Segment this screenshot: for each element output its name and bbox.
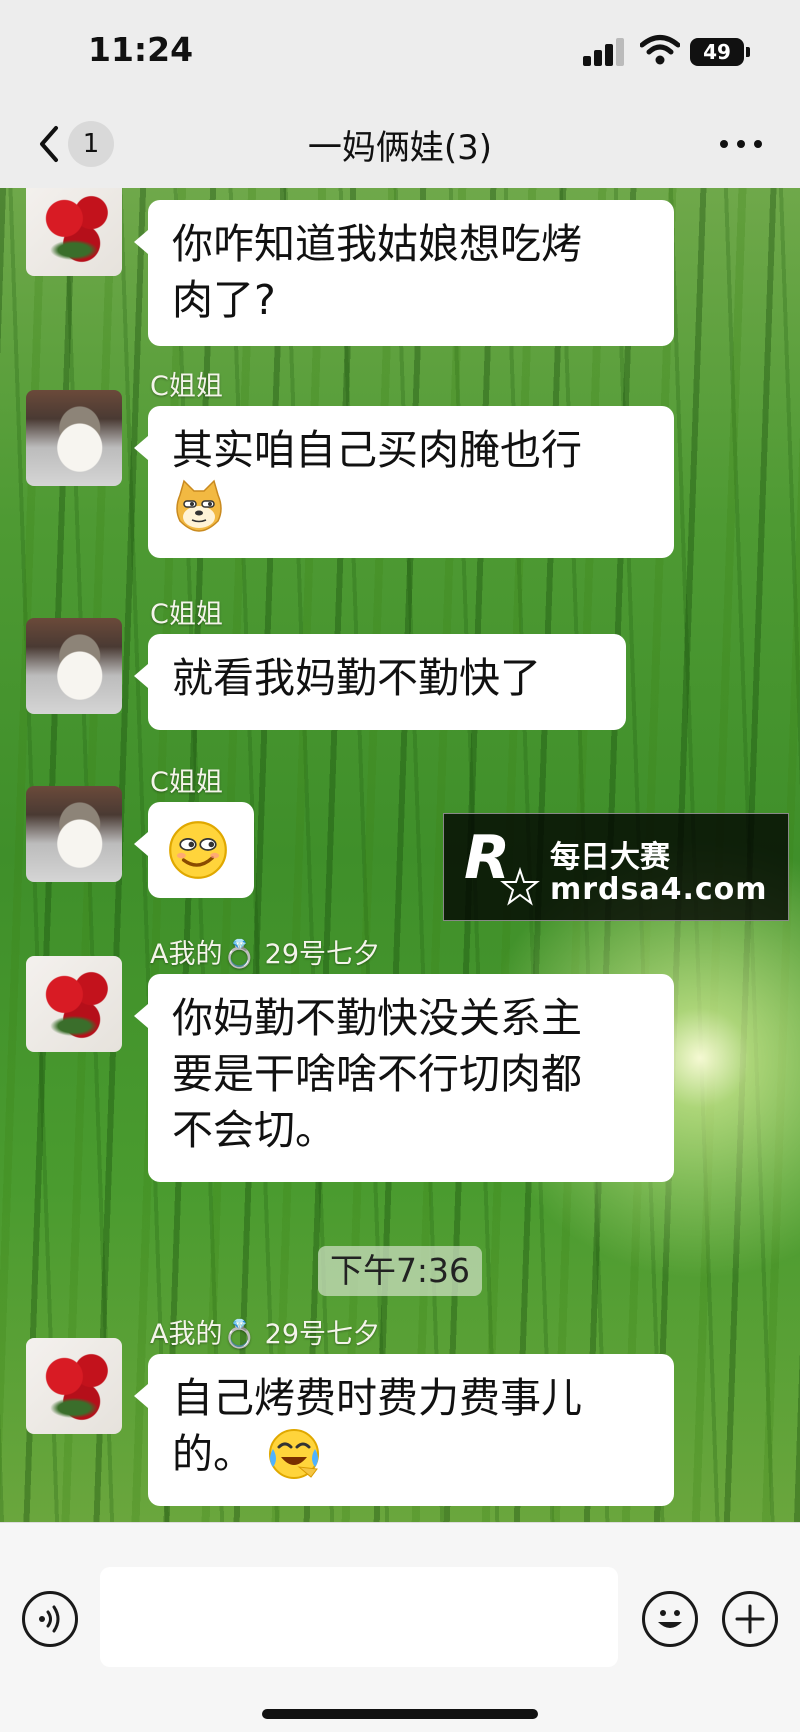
home-indicator[interactable] — [262, 1709, 538, 1719]
message-bubble[interactable]: 其实咱自己买肉腌也行 — [134, 406, 674, 558]
more-actions-button[interactable] — [722, 1591, 778, 1647]
more-options-icon[interactable] — [716, 130, 766, 158]
status-bar: 11:24 49 — [0, 0, 800, 100]
doge-emoji-icon — [176, 479, 222, 532]
emoji-button[interactable] — [642, 1591, 698, 1647]
input-bar — [0, 1522, 800, 1732]
message-text-line: 自己烤费时费力费事儿 — [172, 1374, 582, 1422]
laugh-cry-emoji-icon — [269, 1429, 320, 1479]
chat-header: 1 一妈俩娃(3) — [0, 100, 800, 188]
watermark-logo-icon: R — [464, 826, 540, 906]
smiley-icon — [658, 1610, 682, 1628]
message-bubble[interactable]: 你妈勤不勤快没关系主 要是干啥啥不行切肉都 不会切。 — [134, 974, 674, 1182]
sender-name: A我的💍 29号七夕 — [150, 1319, 381, 1350]
sender-name: C姐姐 — [150, 599, 223, 630]
sender-name: A我的💍 29号七夕 — [150, 939, 381, 970]
avatar-c[interactable] — [26, 390, 122, 486]
message-bubble[interactable]: 自己烤费时费力费事儿 的。 — [134, 1354, 674, 1506]
sender-name: C姐姐 — [150, 767, 223, 798]
watermark-url: mrdsa4.com — [550, 872, 768, 907]
voice-icon — [39, 1605, 60, 1633]
avatar-a[interactable] — [26, 956, 122, 1052]
chat-title: 一妈俩娃(3) — [307, 128, 493, 168]
avatar-c[interactable] — [26, 618, 122, 714]
sender-name: C姐姐 — [150, 371, 223, 402]
smirk-emoji-icon — [169, 821, 227, 879]
message-text-line: 你妈勤不勤快没关系主 — [172, 994, 582, 1042]
time-divider: 下午7:36 — [318, 1246, 482, 1296]
message-text-line: 你咋知道我姑娘想吃烤 — [172, 220, 582, 268]
message-text-line: 不会切。 — [172, 1106, 336, 1154]
message-bubble[interactable] — [134, 802, 254, 898]
wifi-icon — [640, 35, 680, 65]
message-input[interactable] — [100, 1567, 618, 1667]
avatar-a[interactable] — [26, 188, 122, 276]
message-text-line: 的。 — [172, 1430, 254, 1478]
avatar-a[interactable] — [26, 1338, 122, 1434]
voice-input-button[interactable] — [22, 1591, 78, 1647]
watermark-title: 每日大赛 — [550, 840, 670, 875]
message-text-line: 就看我妈勤不勤快了 — [172, 654, 541, 702]
watermark-banner: R 每日大赛 mrdsa4.com — [443, 813, 789, 921]
chat-message-list[interactable]: 你咋知道我姑娘想吃烤 肉了? C姐姐 其实咱自己买肉腌也行 C姐姐 就看我妈勤不… — [0, 188, 800, 1522]
cellular-signal-icon — [583, 38, 627, 66]
plus-icon — [735, 1604, 765, 1634]
battery-indicator: 49 — [690, 38, 750, 66]
message-text-line: 其实咱自己买肉腌也行 — [172, 426, 582, 474]
message-bubble[interactable]: 你咋知道我姑娘想吃烤 肉了? — [134, 200, 674, 346]
message-text-line: 肉了? — [172, 276, 276, 324]
message-bubble[interactable]: 就看我妈勤不勤快了 — [134, 634, 626, 730]
avatar-c[interactable] — [26, 786, 122, 882]
message-text-line: 要是干啥啥不行切肉都 — [172, 1050, 582, 1098]
status-time: 11:24 — [88, 30, 194, 69]
